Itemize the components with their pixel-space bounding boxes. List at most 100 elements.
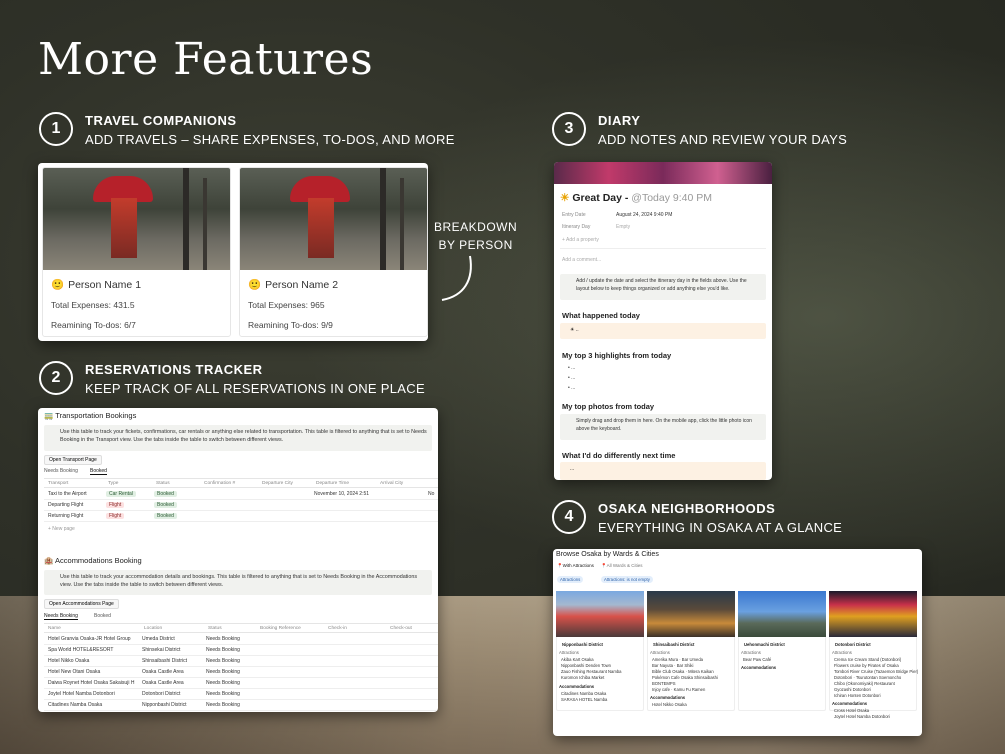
attraction-item[interactable]: Gyozashi Dotonbori: [834, 687, 871, 692]
row-status: Needs Booking: [206, 702, 240, 708]
diary-title: ☀ Great Day - @Today 9:40 PM: [560, 192, 712, 204]
companion-name-2: 🙂 Person Name 2: [248, 279, 339, 291]
diary-callout: Add / update the date and select the iti…: [560, 274, 766, 300]
row-location: Nipponbashi District: [142, 702, 187, 708]
row-status: Needs Booking: [206, 669, 240, 675]
row-name: Citadines Namba Osaka: [48, 702, 103, 708]
section-heading-4: OSAKA NEIGHBORHOODS: [598, 501, 776, 516]
accommodation-item[interactable]: Hotel Nikko Osaka: [652, 702, 687, 707]
nipponbashi-photo: [556, 591, 644, 637]
new-page-link[interactable]: + New page: [48, 526, 75, 532]
osaka-tab-with[interactable]: 📍With Attractions: [557, 563, 594, 569]
col-departure-city: Departure City: [262, 481, 293, 486]
row-status: Needs Booking: [206, 691, 240, 697]
table-row[interactable]: Departing Flight Flight Booked: [44, 500, 438, 511]
attractions-label: Attractions: [832, 650, 852, 655]
what-happened-block[interactable]: ☀ ..: [560, 323, 766, 339]
col-confirmation: Confirmation #: [204, 481, 236, 486]
highlights-list[interactable]: • ... • ... • ...: [568, 363, 575, 393]
table-row[interactable]: Joytel Hotel Namba Dotonbori Dotonbori Di…: [44, 689, 438, 700]
geisha-photo: [43, 168, 230, 270]
highlight-bullet: • ...: [568, 385, 576, 391]
section-number-3: 3: [552, 112, 586, 146]
filter-not-empty[interactable]: Attractions: is not empty: [601, 576, 653, 583]
attraction-item[interactable]: Zauo Fishing Restaurant Namba: [561, 669, 622, 674]
attraction-item[interactable]: Pokémon Cafe Osaka Shinsaibashi: [652, 675, 718, 680]
heading-differently: What I'd do differently next time: [562, 451, 676, 460]
accommodations-tab-needs[interactable]: Needs Booking: [44, 613, 78, 620]
prop-itinerary-value[interactable]: Empty: [616, 224, 630, 230]
row-type: Flight: [106, 513, 125, 519]
attraction-item[interactable]: Dotonbori · Tsurutontan Soemoncho: [834, 675, 901, 680]
section-number-1: 1: [39, 112, 73, 146]
open-accommodations-page-button[interactable]: Open Accommodations Page: [44, 599, 119, 609]
attraction-item[interactable]: Crema Ice Cream Stand (Dotonbori): [834, 657, 901, 662]
open-transport-page-button[interactable]: Open Transport Page: [44, 455, 102, 465]
row-location: Osaka Castle Area: [142, 680, 184, 686]
accommodation-item[interactable]: Cross Hotel Osaka: [834, 708, 869, 713]
attraction-item[interactable]: Bear Paw Café: [743, 657, 771, 662]
add-property-button[interactable]: + Add a property: [562, 237, 599, 243]
osaka-tab-all[interactable]: 📍All Wards & Cities: [601, 563, 642, 569]
row-location: Osaka Castle Area: [142, 669, 184, 675]
accommodations-table-header: Name Location Status Booking Reference C…: [44, 623, 438, 633]
transport-table-header: Transport Type Status Confirmation # Dep…: [44, 478, 438, 488]
section-sub-1: ADD TRAVELS – SHARE EXPENSES, TO-DOS, AN…: [85, 132, 455, 147]
table-row[interactable]: Hotel Nikko Osaka Shinsaibashi District Ne…: [44, 656, 438, 667]
attraction-item[interactable]: Ichiran Honten Dotonbori: [834, 693, 881, 698]
face-icon: 🙂: [51, 279, 65, 291]
section-sub-2: KEEP TRACK OF ALL RESERVATIONS IN ONE PL…: [85, 381, 425, 396]
companions-panel: 🙂 Person Name 1 Total Expenses: 431.5 Rea…: [38, 163, 428, 341]
differently-text: ...: [570, 466, 575, 472]
attractions-label: Attractions: [741, 650, 761, 655]
accommodations-title: 🏨 Accommodations Booking: [44, 556, 142, 565]
prop-entry-date-value[interactable]: August 24, 2024 9:40 PM: [616, 212, 672, 218]
companion-card-1[interactable]: 🙂 Person Name 1 Total Expenses: 431.5 Rea…: [42, 167, 231, 337]
attraction-item[interactable]: Flowers cruise by Pirates of Osaka: [834, 663, 899, 668]
accommodations-tab-booked[interactable]: Booked: [94, 613, 111, 619]
companion-card-2[interactable]: 🙂 Person Name 2 Total Expenses: 965 Reami…: [239, 167, 428, 337]
row-location: Dotonbori District: [142, 691, 181, 697]
transport-tab-needs[interactable]: Needs Booking: [44, 468, 78, 474]
col-booking-ref: Booking Reference: [260, 626, 301, 631]
table-row[interactable]: Hotel New Otani Osaka Osaka Castle Area Ne…: [44, 667, 438, 678]
row-name: Returning Flight: [48, 513, 84, 519]
row-name: Hotel Nikko Osaka: [48, 658, 90, 664]
attraction-item[interactable]: BONTEMPS: [652, 681, 676, 686]
attraction-item[interactable]: Amerika Mura · Bar Umeda: [652, 657, 703, 662]
prop-entry-date-label: Entry Date: [562, 212, 586, 218]
attraction-item[interactable]: Bible Club Osaka · Mitera Kaikan: [652, 669, 714, 674]
transport-tab-booked[interactable]: Booked: [90, 468, 107, 475]
table-row[interactable]: Returning Flight Flight Booked: [44, 511, 438, 522]
table-row[interactable]: Hotel Granvia Osaka-JR Hotel Group Umeda …: [44, 634, 438, 645]
add-comment-input[interactable]: Add a comment...: [562, 257, 601, 263]
sun-icon-small: ☀ ..: [570, 327, 579, 333]
sun-icon: ☀: [560, 192, 570, 204]
face-icon: 🙂: [248, 279, 262, 291]
table-row[interactable]: Citadines Namba Osaka Nipponbashi Distric…: [44, 700, 438, 711]
row-name: Hotel Granvia Osaka-JR Hotel Group: [48, 636, 131, 642]
attraction-item[interactable]: Injoy cafe · Kamu Fu Ramen: [652, 687, 705, 692]
row-type: Flight: [106, 502, 125, 508]
attraction-item[interactable]: Bar Nayuta · Bar Shiki: [652, 663, 693, 668]
photos-callout[interactable]: Simply drag and drop them in here. On th…: [560, 414, 766, 440]
differently-block[interactable]: ...: [560, 462, 766, 480]
filter-attractions[interactable]: Attractions: [557, 576, 584, 583]
row-time: November 10, 2024 2:51: [314, 491, 370, 497]
accommodation-item[interactable]: SARASA HOTEL Namba: [561, 697, 607, 702]
attraction-item[interactable]: Tombori River Cruise (Tazaemon Bridge Pi…: [834, 669, 918, 674]
attraction-item[interactable]: Chibo (Okonomiyaki) Restaurant: [834, 681, 895, 686]
prop-itinerary-label: Itinerary Day: [562, 224, 591, 230]
accommodation-item[interactable]: Citadines Namba Osaka: [561, 691, 606, 696]
table-row[interactable]: Spa World HOTEL&RESORT Shinsekai District…: [44, 645, 438, 656]
attraction-item[interactable]: Kuromon Ichiba Market: [561, 675, 604, 680]
accommodation-item[interactable]: Joytel Hotel Namba Dotonbori: [834, 714, 890, 719]
table-row[interactable]: Daiwa Roynet Hotel Osaka Sakaisuji H Osak…: [44, 678, 438, 689]
row-status: Booked: [154, 513, 177, 519]
attraction-item[interactable]: Nipponbashi Denden Town: [561, 663, 611, 668]
attraction-item[interactable]: Akiba Kart Osaka: [561, 657, 594, 662]
cherry-blossom-banner: [554, 162, 772, 184]
district-name: Shinsaibashi District: [653, 642, 695, 647]
diary-title-text: Great Day -: [572, 192, 629, 204]
table-row[interactable]: Taxi to the Airport Car Rental Booked No…: [44, 489, 438, 500]
